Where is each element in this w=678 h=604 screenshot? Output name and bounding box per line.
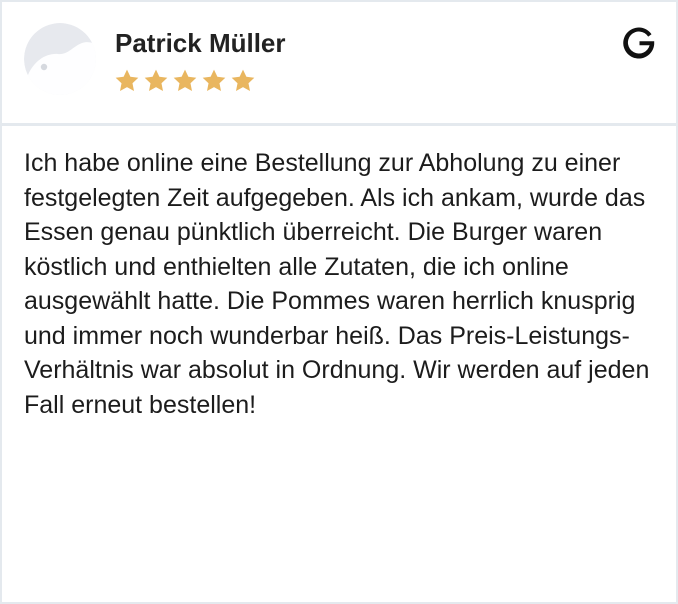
star-icon bbox=[200, 66, 228, 102]
avatar-placeholder-icon bbox=[24, 23, 96, 95]
star-icon bbox=[171, 66, 199, 102]
review-header: Patrick Müller bbox=[2, 2, 676, 126]
star-icon bbox=[229, 66, 257, 102]
author-name: Patrick Müller bbox=[115, 28, 286, 58]
avatar bbox=[24, 23, 96, 95]
review-card: Patrick Müller Ich habe online eine Best… bbox=[0, 0, 678, 604]
star-rating bbox=[113, 66, 257, 102]
star-icon bbox=[142, 66, 170, 102]
star-icon bbox=[113, 66, 141, 102]
review-text: Ich habe online eine Bestellung zur Abho… bbox=[24, 149, 650, 419]
google-icon[interactable] bbox=[620, 24, 658, 62]
